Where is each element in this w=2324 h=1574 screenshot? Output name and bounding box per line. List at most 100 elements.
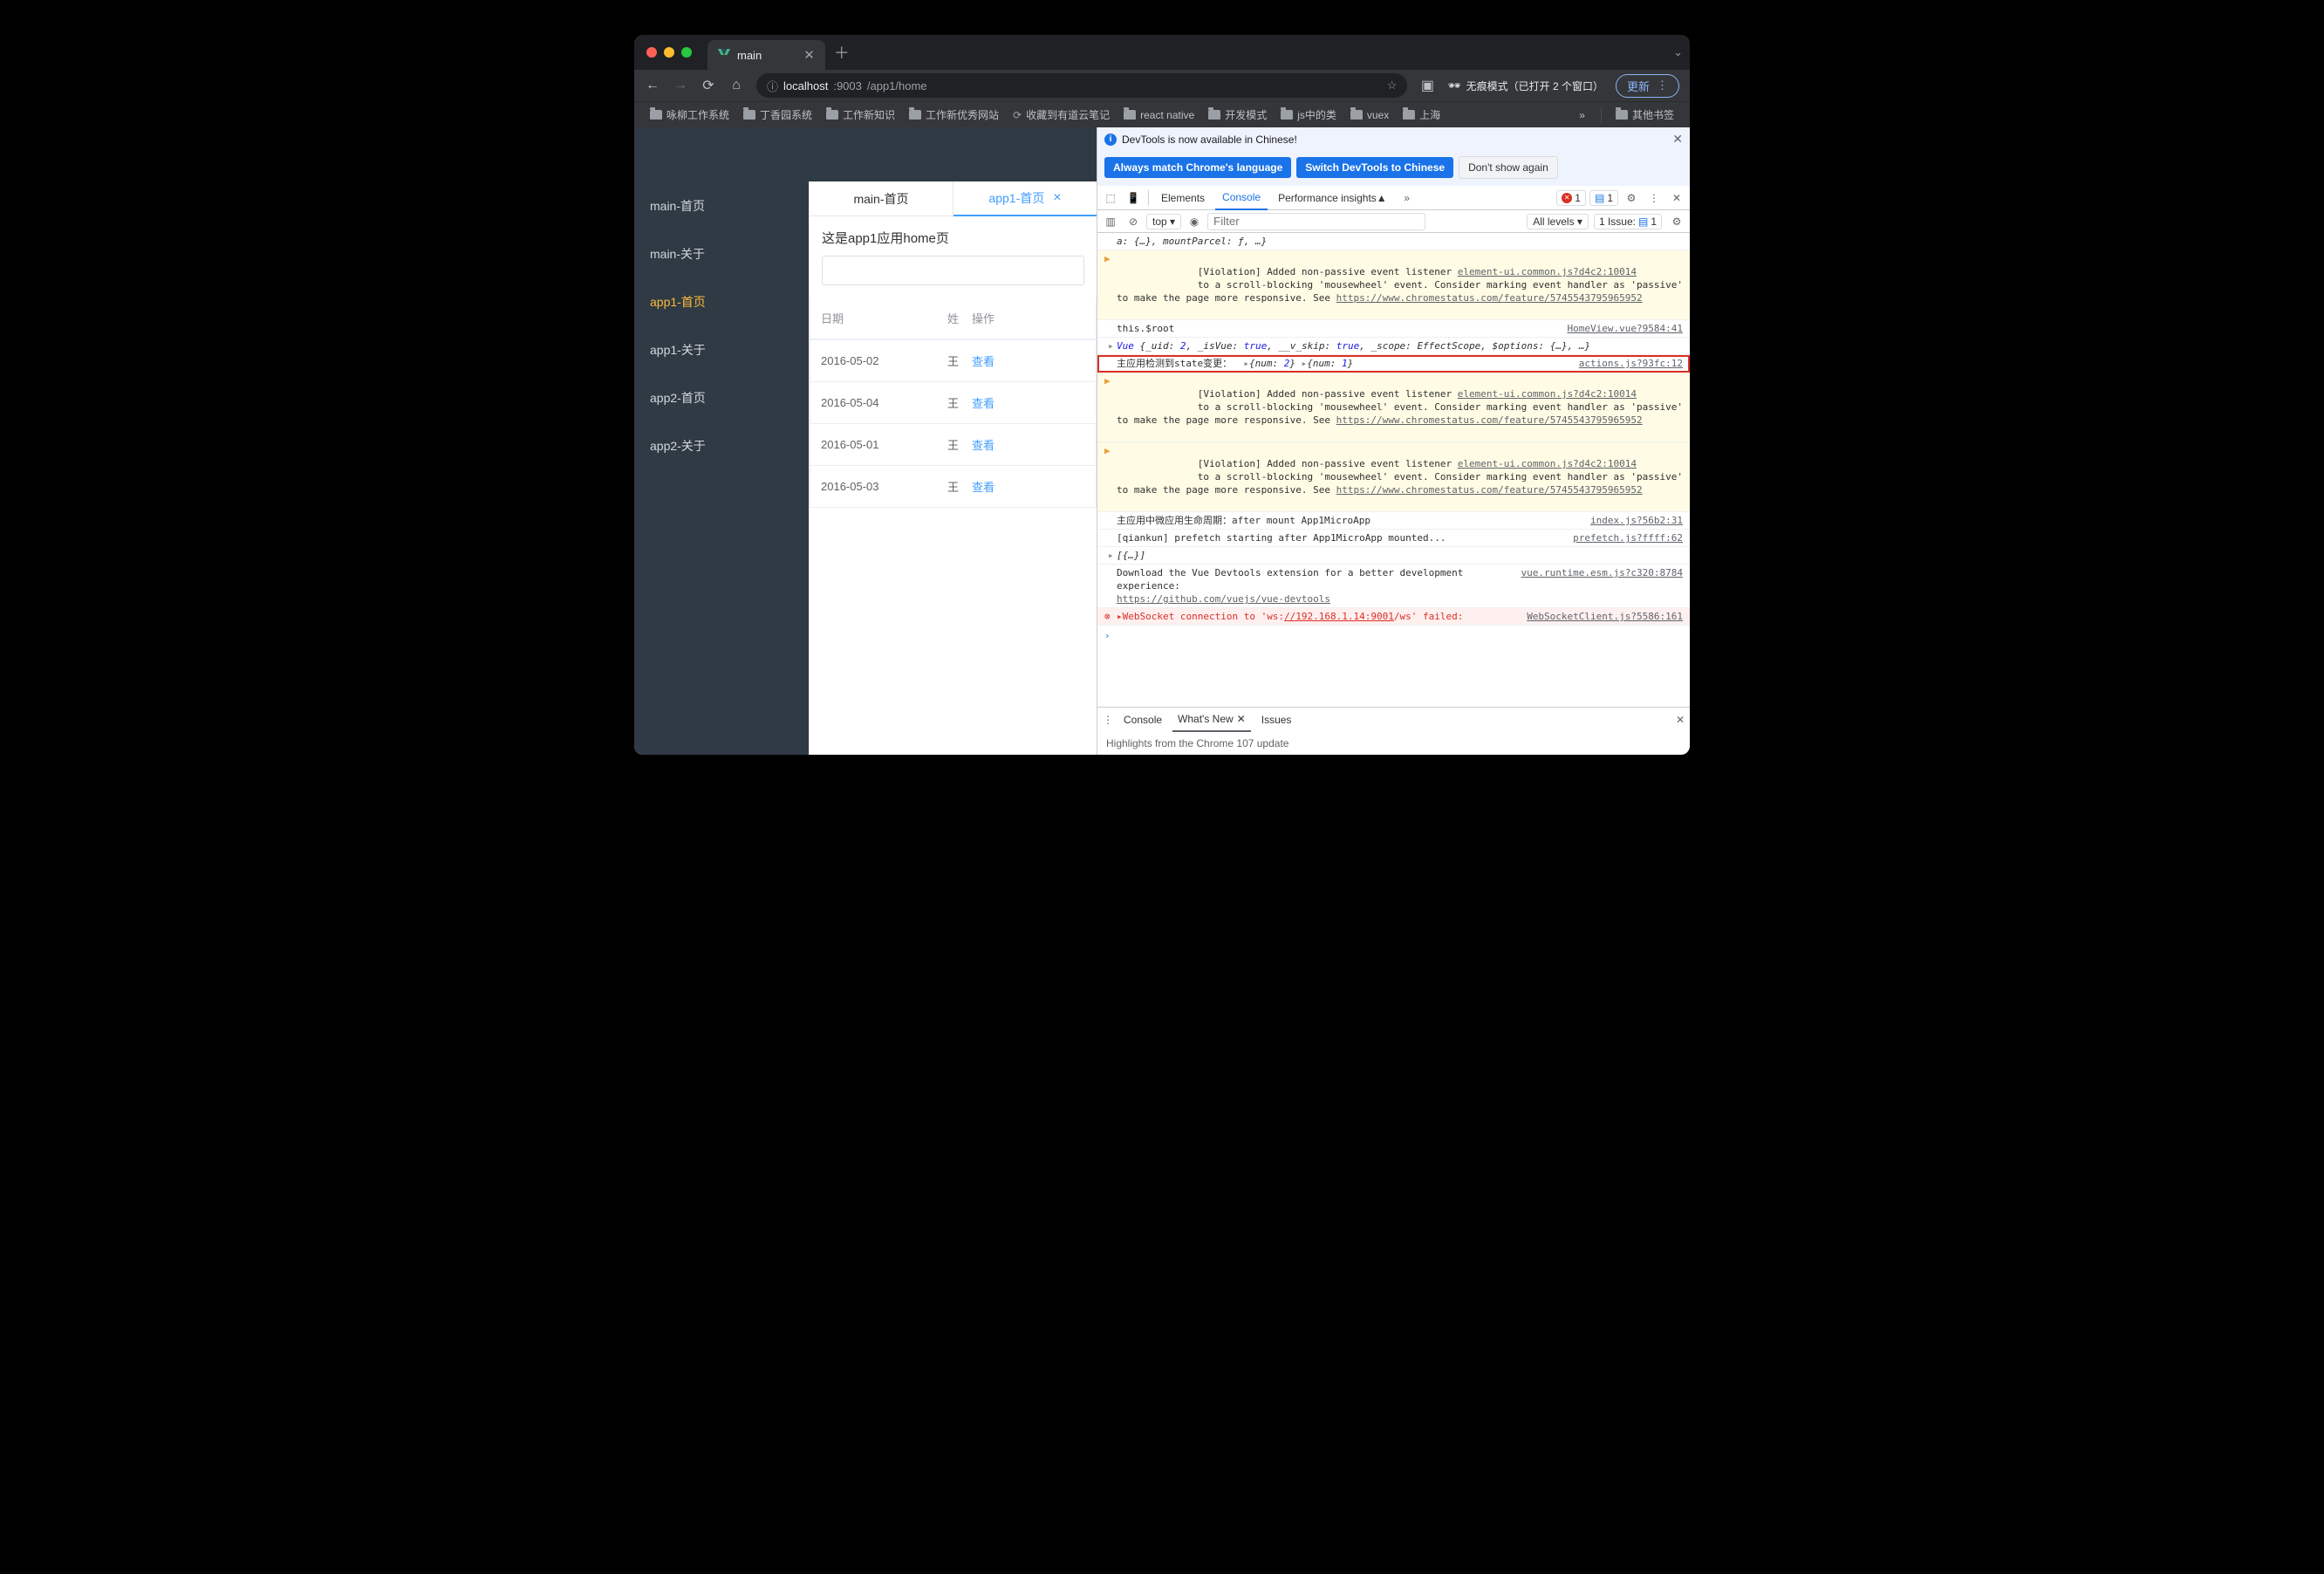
tab-main-home[interactable]: main-首页	[810, 181, 954, 216]
sidebar-item[interactable]: app2-关于	[634, 421, 809, 469]
close-devtools-icon[interactable]: ✕	[1667, 192, 1686, 204]
inspect-element-icon[interactable]: ⬚	[1101, 192, 1120, 204]
close-drawer-icon[interactable]: ✕	[1676, 714, 1685, 726]
drawer-menu-icon[interactable]: ⋮	[1103, 714, 1113, 726]
browser-tab[interactable]: main ✕	[707, 40, 825, 70]
tab-perf-insights[interactable]: Performance insights ▲	[1271, 186, 1394, 209]
bookmark-item[interactable]: 开发模式	[1203, 107, 1272, 122]
console-filter-input[interactable]	[1207, 213, 1425, 230]
console-output[interactable]: a: {…}, mountParcel: ƒ, …} ▶ [Violation]…	[1097, 233, 1690, 707]
tab-label: main-首页	[853, 190, 908, 208]
home-button[interactable]: ⌂	[728, 78, 744, 93]
settings-gear-icon[interactable]: ⚙	[1622, 192, 1641, 204]
view-link[interactable]: 查看	[972, 439, 995, 452]
more-tabs-icon[interactable]: »	[1398, 192, 1417, 204]
banner-text: DevTools is now available in Chinese!	[1122, 133, 1297, 146]
error-icon: ⊗	[1104, 610, 1111, 623]
new-tab-button[interactable]: ＋	[834, 41, 850, 64]
drawer-tab-console[interactable]: Console	[1118, 708, 1167, 732]
source-link[interactable]: prefetch.js?ffff:62	[1573, 531, 1683, 544]
tabstrip-overflow-icon[interactable]: ⌄	[1673, 45, 1683, 59]
message-counter[interactable]: ▤1	[1589, 190, 1618, 206]
view-link[interactable]: 查看	[972, 397, 995, 410]
sidebar-item[interactable]: app2-首页	[634, 373, 809, 421]
source-link[interactable]: actions.js?93fc:12	[1579, 357, 1683, 370]
bookmark-star-icon[interactable]: ☆	[1387, 79, 1398, 92]
dont-show-again-button[interactable]: Don't show again	[1459, 156, 1558, 179]
sidebar-item[interactable]: app1-首页	[634, 277, 809, 325]
tab-app1-home[interactable]: app1-首页 ×	[954, 181, 1097, 216]
other-bookmarks-button[interactable]: 其他书签	[1610, 107, 1679, 122]
live-expression-icon[interactable]: ◉	[1185, 216, 1204, 228]
switch-language-button[interactable]: Switch DevTools to Chinese	[1296, 157, 1453, 178]
bookmark-item[interactable]: 工作新优秀网站	[904, 107, 1004, 122]
site-info-icon[interactable]: ⓘ	[767, 78, 778, 94]
close-drawer-tab-icon[interactable]: ✕	[1237, 713, 1246, 725]
kebab-icon[interactable]: ⋮	[1644, 192, 1664, 204]
close-tab-icon[interactable]: ✕	[803, 47, 815, 63]
bookmark-item[interactable]: 上海	[1398, 107, 1446, 122]
zoom-window-icon[interactable]	[681, 47, 692, 58]
reload-button[interactable]: ⟳	[701, 77, 716, 94]
clear-console-icon[interactable]: ⊘	[1124, 216, 1143, 228]
bookmark-item[interactable]: 咏柳工作系统	[645, 107, 735, 122]
sidebar-item[interactable]: main-首页	[634, 181, 809, 229]
minimize-window-icon[interactable]	[664, 47, 674, 58]
source-link[interactable]: HomeView.vue?9584:41	[1568, 322, 1683, 335]
drawer-tab-issues[interactable]: Issues	[1256, 708, 1297, 732]
devtools-drawer: ⋮ Console What's New ✕ Issues ✕ Highligh…	[1097, 707, 1690, 755]
bookmark-item[interactable]: react native	[1118, 109, 1200, 121]
tab-strip: main ✕ ＋ ⌄	[634, 35, 1690, 70]
console-settings-gear-icon[interactable]: ⚙	[1667, 216, 1686, 228]
log-level-selector[interactable]: All levels ▾	[1527, 214, 1589, 229]
cell-name: 王	[937, 352, 961, 369]
tab-console[interactable]: Console	[1215, 187, 1268, 210]
divider	[1148, 190, 1149, 206]
devtools-tabs: ⬚ 📱 Elements Console Performance insight…	[1097, 186, 1690, 210]
page-heading: 这是app1应用home页	[822, 229, 1084, 247]
folder-icon	[909, 110, 921, 120]
drawer-tab-whats-new[interactable]: What's New ✕	[1172, 708, 1251, 732]
sidebar-item[interactable]: app1-关于	[634, 325, 809, 373]
bookmark-label: 开发模式	[1225, 107, 1267, 122]
source-link[interactable]: vue.runtime.esm.js?c320:8784	[1521, 566, 1683, 606]
issues-counter[interactable]: 1 Issue: ▤ 1	[1594, 214, 1662, 229]
bookmark-item[interactable]: js中的类	[1275, 107, 1342, 122]
back-button[interactable]: ←	[645, 78, 660, 93]
close-window-icon[interactable]	[646, 47, 657, 58]
source-link[interactable]: index.js?56b2:31	[1590, 514, 1683, 527]
close-banner-button[interactable]: ✕	[1672, 132, 1683, 147]
address-bar[interactable]: ⓘ localhost:9003/app1/home ☆	[756, 73, 1407, 98]
view-link[interactable]: 查看	[972, 355, 995, 368]
cell-date: 2016-05-03	[810, 480, 937, 493]
source-link[interactable]: WebSocketClient.js?5586:161	[1527, 610, 1683, 623]
update-chrome-button[interactable]: 更新 ⋮	[1616, 74, 1679, 98]
search-input[interactable]	[822, 256, 1084, 285]
sidebar-toggle-icon[interactable]: ▥	[1101, 216, 1120, 228]
console-toolbar: ▥ ⊘ top ▾ ◉ All levels ▾ 1 Issue: ▤ 1 ⚙	[1097, 210, 1690, 233]
bookmarks-overflow-button[interactable]: »	[1572, 109, 1592, 121]
view-link[interactable]: 查看	[972, 481, 995, 494]
expand-icon[interactable]: ▸	[1108, 339, 1114, 352]
bookmark-item[interactable]: 工作新知识	[821, 107, 900, 122]
bookmark-item[interactable]: vuex	[1345, 109, 1394, 121]
panel-toggle-icon[interactable]: ▣	[1419, 77, 1435, 94]
console-prompt[interactable]: ›	[1097, 626, 1690, 646]
error-counter[interactable]: ✕1	[1556, 190, 1586, 206]
match-language-button[interactable]: Always match Chrome's language	[1104, 157, 1291, 178]
log-line-highlighted: 主应用检测到state变更： ▸{num: 2} ▸{num: 1} actio…	[1097, 355, 1690, 373]
bookmark-item[interactable]: ⟳收藏到有道云笔记	[1008, 107, 1115, 122]
table-row: 2016-05-04王查看	[810, 381, 1096, 423]
info-icon: i	[1104, 133, 1117, 146]
bookmark-item[interactable]: 丁香园系统	[738, 107, 817, 122]
bookmark-label: vuex	[1367, 109, 1389, 121]
url-port: :9003	[833, 79, 862, 92]
close-tab-icon[interactable]: ×	[1053, 190, 1061, 206]
context-selector[interactable]: top ▾	[1146, 214, 1181, 229]
expand-icon[interactable]: ▸	[1108, 549, 1114, 562]
web-app: main-首页main-关于app1-首页app1-关于app2-首页app2-…	[634, 127, 1097, 755]
tab-elements[interactable]: Elements	[1154, 186, 1212, 209]
bookmark-label: js中的类	[1297, 107, 1336, 122]
sidebar-item[interactable]: main-关于	[634, 229, 809, 277]
device-toolbar-icon[interactable]: 📱	[1124, 192, 1143, 204]
